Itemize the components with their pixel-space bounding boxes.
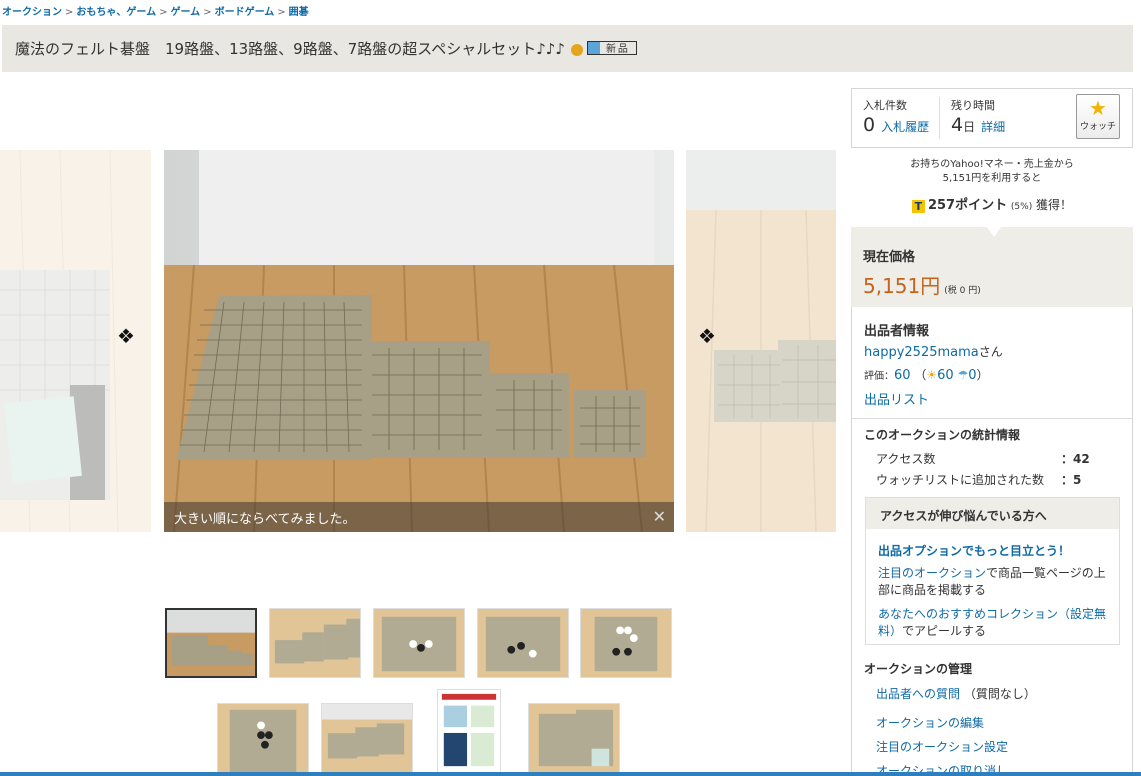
breadcrumb-item-toys[interactable]: おもちゃ、ゲーム [76,7,156,18]
star-icon: ★ [1089,96,1107,120]
time-left-value: 4 [951,114,964,136]
thumbnail-1[interactable] [165,608,257,678]
thumbnail-9[interactable] [528,703,620,773]
page-title: 魔法のフェルト碁盤 19路盤、13路盤、9路盤、7路盤の超スペシャルセット♪♪♪ [15,40,565,58]
image-gallery: ❖ 大きい順にならべてみました。 ✕ ❖ [0,150,836,532]
thumbnail-8[interactable] [437,689,501,773]
points-value: 257ポイント [927,198,1008,213]
rating-total-link[interactable]: 60 [894,368,911,383]
seller-rating: 評価：60 （☀60 ☂0） [864,368,989,383]
title-bar: 魔法のフェルト碁盤 19路盤、13路盤、9路盤、7路盤の超スペシャルセット♪♪♪… [2,25,1133,72]
t-point-icon: T [911,200,925,213]
points-info: T 257ポイント (5%) 獲得！ [851,194,1133,213]
good-rating-icon: ☀ [926,368,938,382]
image-caption: 大きい順にならべてみました。 ✕ [164,502,674,532]
management-section-title: オークションの管理 [864,662,973,676]
breadcrumb-separator: > [203,7,212,18]
thumbnail-7[interactable] [321,703,413,773]
rating-good-link[interactable]: 60 [937,368,954,383]
rating-label: 評価： [864,371,894,382]
next-arrow-icon[interactable]: ❖ [698,326,716,346]
time-left-label: 残り時間 [951,99,995,112]
seller-info-box: 出品者情報 happy2525mamaさん 評価：60 （☀60 ☂0） 出品リ… [851,307,1133,776]
current-price-label: 現在価格 [863,250,916,265]
bad-rating-icon: ☂ [957,368,969,382]
stats-section-title: このオークションの統計情報 [864,428,1021,442]
points-gain-text: 獲得！ [1036,198,1073,212]
breadcrumb-item-game[interactable]: ゲーム [170,7,200,18]
thumbnail-2[interactable] [269,608,361,678]
breadcrumb-separator: > [65,7,74,18]
breadcrumb-item-boardgame[interactable]: ボードゲーム [215,7,275,18]
main-photo [164,150,674,532]
gift-icon [570,43,583,56]
seller-section-title: 出品者情報 [864,324,930,339]
time-left-section: 残り時間 4日 詳細 [951,97,1005,136]
caption-text: 大きい順にならべてみました。 [174,511,356,527]
close-icon[interactable]: ✕ [653,507,666,526]
price-tax: (税 0 円) [944,286,981,296]
bid-count-section: 入札件数 0 入札履歴 [863,97,929,136]
bid-history-link[interactable]: 入札履歴 [881,120,929,134]
listing-option-link[interactable]: 出品オプションでもっと目立とう！ [878,542,1070,559]
promo-heading: アクセスが伸び悩んでいる方へ [866,498,1119,529]
bid-count-label: 入札件数 [863,99,907,112]
edit-auction-link[interactable]: オークションの編集 [876,716,984,730]
thumbnail-4[interactable] [477,608,569,678]
breadcrumb-separator: > [159,7,168,18]
watch-label: ウォッチ [1079,122,1116,132]
current-price-box: 現在価格 5,151円 (税 0 円) [851,227,1133,307]
main-image[interactable]: 大きい順にならべてみました。 ✕ [164,150,674,532]
sparkle-icon [587,41,600,54]
featured-auction-link[interactable]: 注目のオークション [878,566,986,580]
points-percent: (5%) [1010,202,1033,212]
breadcrumb-item-go[interactable]: 囲碁 [289,7,309,18]
featured-setting-link[interactable]: 注目のオークション設定 [876,740,1008,754]
thumbnail-6[interactable] [217,703,309,773]
breadcrumb: オークション > おもちゃ、ゲーム > ゲーム > ボードゲーム > 囲碁 [2,3,309,18]
new-item-badge: 新品 [586,40,637,55]
watch-button[interactable]: ★ ウォッチ [1076,94,1120,139]
breadcrumb-separator: > [277,7,286,18]
current-price-value: 5,151円 [863,274,941,298]
bottom-bar [0,772,1141,776]
time-left-unit: 日 [963,120,976,134]
money-info-line2: 5,151円を利用すると [942,173,1042,184]
prev-arrow-icon[interactable]: ❖ [117,326,135,346]
money-info-line1: お持ちのYahoo!マネー・売上金から [910,159,1074,170]
yahoo-money-info: お持ちのYahoo!マネー・売上金から 5,151円を利用すると [851,158,1133,186]
thumbnail-3[interactable] [373,608,465,678]
seller-honorific: さん [978,345,1003,359]
promo-box: アクセスが伸び悩んでいる方へ 出品オプションでもっと目立とう！ 注目のオークショ… [865,497,1120,645]
seller-name-link[interactable]: happy2525mama [864,345,979,360]
breadcrumb-item-auction[interactable]: オークション [2,7,62,18]
mgmt-item-edit: オークションの編集 [876,714,984,731]
mgmt-item-featured-setting: 注目のオークション設定 [876,738,1008,755]
mgmt-item-question: 出品者への質問 （質問なし） [876,687,1036,701]
stat-access-count: アクセス数 ：42 [876,452,1090,466]
new-badge-label: 新品 [605,44,630,55]
stat-watch-count: ウォッチリストに追加された数 ：5 [876,473,1082,487]
thumbnail-5[interactable] [580,608,672,678]
rating-bad-link[interactable]: 0 [968,368,976,383]
seller-question-link[interactable]: 出品者への質問 [876,687,960,701]
bid-count-value: 0 [863,114,876,136]
time-detail-link[interactable]: 詳細 [981,120,1005,134]
promo-item-recommend: あなたへのおすすめコレクション（設定無料）でアピールする [878,607,1107,638]
seller-listing-link[interactable]: 出品リスト [864,389,929,408]
promo-item-featured: 注目のオークションで商品一覧ページの上部に商品を掲載する [878,566,1106,597]
